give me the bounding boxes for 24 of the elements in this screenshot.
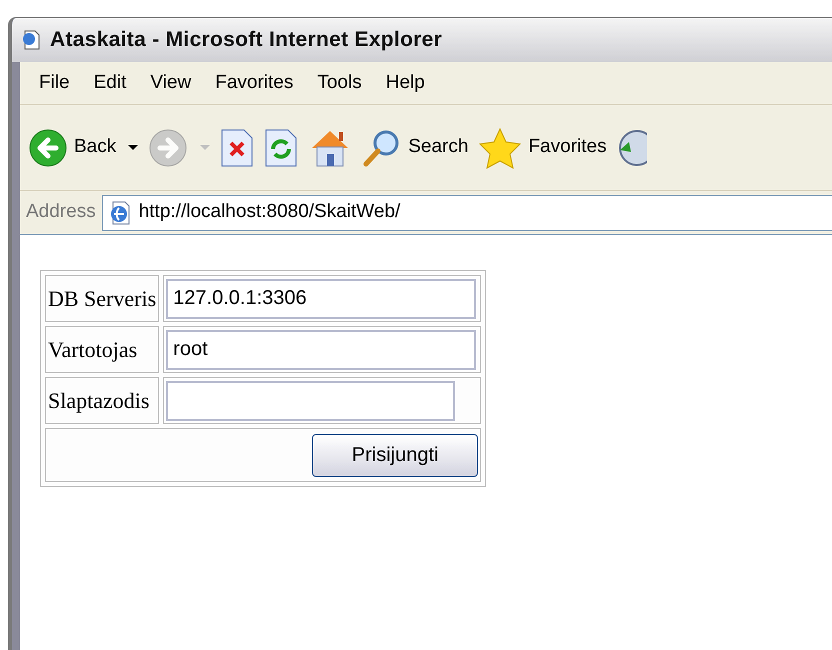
search-button[interactable]: Search — [362, 128, 468, 168]
input-field[interactable]: 127.0.0.1:3306 — [166, 278, 476, 318]
refresh-page-icon[interactable] — [264, 128, 298, 168]
star-icon — [478, 126, 522, 168]
menu-item[interactable]: Edit — [82, 68, 138, 98]
menu-item[interactable]: Help — [374, 68, 436, 98]
browser-page-icon — [20, 29, 42, 51]
input-field[interactable]: root — [166, 330, 476, 370]
field-label: Vartotojas — [48, 337, 138, 362]
field-label: DB Serveris — [48, 286, 156, 311]
menu-item[interactable]: View — [139, 68, 202, 98]
password-field[interactable] — [166, 380, 456, 420]
menu-item[interactable]: Tools — [306, 68, 373, 98]
stop-page-icon[interactable] — [220, 128, 254, 168]
menu-item[interactable]: File — [28, 68, 81, 98]
favorites-button[interactable]: Favorites — [478, 126, 607, 168]
window-title: Ataskaita - Microsoft Internet Explorer — [50, 27, 442, 54]
back-button[interactable]: Back — [28, 128, 138, 168]
url-text: http://localhost:8080/SkaitWeb/ — [138, 200, 400, 224]
field-label: Slaptazodis — [48, 388, 150, 413]
address-field[interactable]: http://localhost:8080/SkaitWeb/ — [102, 194, 832, 230]
address-label: Address — [26, 200, 96, 224]
login-button[interactable]: Prisijungti — [312, 434, 478, 476]
menu-item[interactable]: Favorites — [204, 68, 304, 98]
